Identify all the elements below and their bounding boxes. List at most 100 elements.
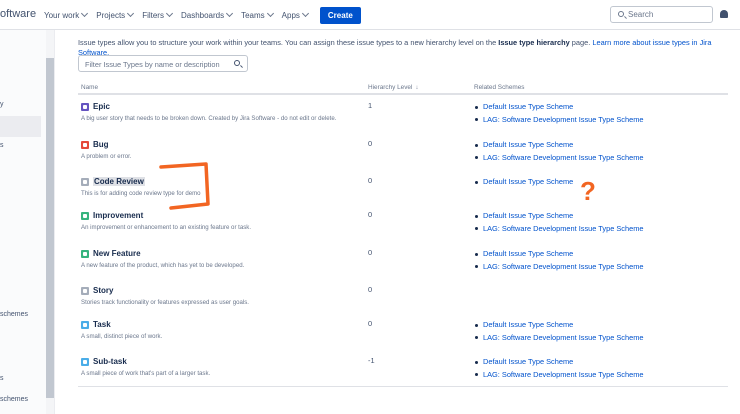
issue-type-label: Sub-task bbox=[93, 357, 127, 366]
hierarchy-level: 1 bbox=[368, 101, 373, 110]
issue-type-name[interactable]: New Feature bbox=[81, 248, 141, 259]
issue-type-name[interactable]: Bug bbox=[81, 139, 109, 150]
related-schemes: Default Issue Type Scheme bbox=[475, 176, 573, 189]
related-schemes: Default Issue Type Scheme LAG: Software … bbox=[475, 101, 644, 126]
column-header-hierarchy-level[interactable]: Hierarchy Level ↓ bbox=[368, 84, 418, 91]
issue-type-label: Bug bbox=[93, 140, 109, 149]
scheme-link[interactable]: LAG: Software Development Issue Type Sch… bbox=[475, 223, 644, 236]
scheme-link-text: Default Issue Type Scheme bbox=[483, 249, 574, 258]
scheme-link-text: Default Issue Type Scheme bbox=[483, 211, 574, 220]
related-schemes: Default Issue Type Scheme LAG: Software … bbox=[475, 356, 644, 381]
sidebar-item[interactable]: schemes bbox=[0, 396, 28, 403]
issue-type-name[interactable]: Improvement bbox=[81, 210, 143, 221]
product-brand[interactable]: oftware bbox=[0, 8, 36, 20]
chevron-down-icon bbox=[266, 9, 274, 18]
main-nav: Your work Projects Filters Dashboards Te… bbox=[44, 0, 361, 30]
scheme-link[interactable]: LAG: Software Development Issue Type Sch… bbox=[475, 369, 644, 382]
sidebar-item[interactable]: s bbox=[0, 375, 4, 382]
scheme-link[interactable]: LAG: Software Development Issue Type Sch… bbox=[475, 114, 644, 127]
bullet-icon bbox=[475, 105, 478, 109]
hierarchy-page-name: Issue type hierarchy bbox=[498, 38, 570, 47]
scheme-link-text: LAG: Software Development Issue Type Sch… bbox=[483, 152, 644, 162]
nav-projects[interactable]: Projects bbox=[96, 9, 135, 20]
issue-type-name[interactable]: Task bbox=[81, 319, 111, 330]
hierarchy-level: 0 bbox=[368, 319, 373, 328]
scheme-link[interactable]: Default Issue Type Scheme bbox=[475, 139, 644, 152]
issue-type-label: Epic bbox=[93, 102, 110, 111]
nav-filters[interactable]: Filters bbox=[142, 9, 174, 20]
related-schemes: Default Issue Type Scheme LAG: Software … bbox=[475, 319, 644, 344]
bullet-icon bbox=[475, 118, 478, 122]
scheme-link[interactable]: Default Issue Type Scheme bbox=[475, 101, 644, 114]
filter-input[interactable] bbox=[85, 58, 230, 70]
code-review-icon bbox=[81, 177, 89, 186]
scheme-link[interactable]: LAG: Software Development Issue Type Sch… bbox=[475, 332, 644, 345]
search-input[interactable] bbox=[628, 8, 708, 21]
story-icon bbox=[81, 286, 89, 295]
hierarchy-level: 0 bbox=[368, 248, 373, 257]
related-schemes: Default Issue Type Scheme LAG: Software … bbox=[475, 248, 644, 273]
issue-type-name[interactable]: Sub-task bbox=[81, 356, 127, 367]
bug-icon bbox=[81, 140, 89, 149]
issue-type-filter[interactable] bbox=[78, 55, 248, 72]
nav-teams[interactable]: Teams bbox=[241, 9, 274, 20]
chevron-down-icon bbox=[226, 9, 234, 18]
search-icon bbox=[618, 11, 624, 17]
notifications-icon[interactable] bbox=[720, 10, 728, 18]
issue-type-name[interactable]: Epic bbox=[81, 101, 110, 112]
issue-type-description: This is for adding code review type for … bbox=[81, 190, 201, 197]
global-search[interactable] bbox=[610, 6, 713, 23]
column-header-name[interactable]: Name bbox=[81, 84, 98, 91]
nav-your-work[interactable]: Your work bbox=[44, 9, 89, 20]
scheme-link[interactable]: Default Issue Type Scheme bbox=[475, 356, 644, 369]
nav-label: Apps bbox=[281, 10, 300, 20]
column-header-related-schemes[interactable]: Related Schemes bbox=[474, 84, 524, 91]
bullet-icon bbox=[475, 373, 478, 377]
bullet-icon bbox=[475, 265, 478, 269]
table-row: Code Review This is for adding code revi… bbox=[78, 176, 728, 212]
hierarchy-level: 0 bbox=[368, 210, 373, 219]
issue-type-description: A big user story that needs to be broken… bbox=[81, 115, 337, 122]
sidebar-item[interactable]: s bbox=[0, 142, 4, 149]
scheme-link[interactable]: Default Issue Type Scheme bbox=[475, 176, 573, 189]
issue-type-description: A small, distinct piece of work. bbox=[81, 333, 163, 340]
scheme-link[interactable]: LAG: Software Development Issue Type Sch… bbox=[475, 261, 644, 274]
nav-label: Your work bbox=[44, 10, 80, 20]
issue-type-label: Task bbox=[93, 320, 111, 329]
bullet-icon bbox=[475, 323, 478, 327]
bullet-icon bbox=[475, 227, 478, 231]
create-button[interactable]: Create bbox=[319, 6, 361, 24]
issue-type-label: Improvement bbox=[93, 211, 144, 220]
scheme-link[interactable]: Default Issue Type Scheme bbox=[475, 319, 644, 332]
bullet-icon bbox=[475, 336, 478, 340]
chevron-down-icon bbox=[81, 9, 89, 18]
issue-type-name[interactable]: Code Review bbox=[81, 176, 145, 187]
chevron-down-icon bbox=[165, 9, 174, 18]
search-icon bbox=[234, 60, 240, 66]
nav-apps[interactable]: Apps bbox=[281, 9, 309, 20]
issue-type-description: A new feature of the product, which has … bbox=[81, 262, 245, 269]
scheme-link[interactable]: Default Issue Type Scheme bbox=[475, 210, 644, 223]
issue-type-name[interactable]: Story bbox=[81, 285, 113, 296]
scheme-link-text: Default Issue Type Scheme bbox=[483, 357, 574, 366]
nav-dashboards[interactable]: Dashboards bbox=[180, 9, 234, 20]
sidebar-active-item[interactable] bbox=[0, 116, 41, 137]
task-icon bbox=[81, 320, 89, 329]
scheme-link[interactable]: Default Issue Type Scheme bbox=[475, 248, 644, 261]
table-row: Improvement An improvement or enhancemen… bbox=[78, 210, 728, 246]
table-row: New Feature A new feature of the product… bbox=[78, 248, 728, 284]
scheme-link-text: LAG: Software Development Issue Type Sch… bbox=[483, 261, 644, 271]
issue-type-description: Stories track functionality or features … bbox=[81, 299, 249, 306]
table-header-divider bbox=[78, 93, 728, 95]
scheme-link[interactable]: LAG: Software Development Issue Type Sch… bbox=[475, 152, 644, 165]
sidebar-scrollbar-thumb[interactable] bbox=[46, 58, 54, 398]
top-navigation-bar: oftware Your work Projects Filters Dashb… bbox=[0, 0, 740, 30]
table-row: Task A small, distinct piece of work. 0 … bbox=[78, 319, 728, 355]
sidebar-item[interactable]: schemes bbox=[0, 311, 28, 318]
scheme-link-text: Default Issue Type Scheme bbox=[483, 177, 574, 186]
nav-label: Dashboards bbox=[180, 10, 225, 20]
sidebar-item[interactable]: y bbox=[0, 101, 4, 108]
description-text: Issue types allow you to structure your … bbox=[78, 38, 499, 47]
scheme-link-text: LAG: Software Development Issue Type Sch… bbox=[483, 114, 644, 124]
related-schemes: Default Issue Type Scheme LAG: Software … bbox=[475, 139, 644, 164]
